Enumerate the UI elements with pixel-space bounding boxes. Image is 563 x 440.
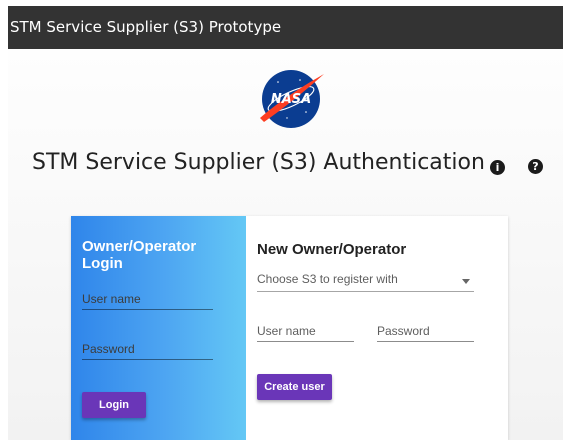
help-icon[interactable]: ? [528,159,543,174]
register-username-field[interactable]: User name [257,315,354,342]
nasa-logo: NASA [260,70,324,128]
app-title: STM Service Supplier (S3) Prototype [10,18,282,36]
page-title: STM Service Supplier (S3) Authentication… [32,150,499,175]
login-password-placeholder: Password [82,342,135,356]
register-username-placeholder: User name [257,324,316,338]
login-panel: Owner/Operator Login User name Password … [71,216,246,440]
create-user-button[interactable]: Create user [257,374,332,400]
register-title: New Owner/Operator [257,241,407,258]
app-titlebar: STM Service Supplier (S3) Prototype [8,6,563,49]
register-password-field[interactable]: Password [377,315,474,342]
s3-select[interactable]: Choose S3 to register with [257,269,474,292]
s3-select-placeholder: Choose S3 to register with [257,272,398,286]
login-button[interactable]: Login [82,392,146,418]
info-icon[interactable]: i [490,160,505,175]
nasa-logo-text: NASA [271,92,311,107]
login-title: Owner/Operator Login [82,238,197,272]
register-password-placeholder: Password [377,324,430,338]
login-password-field[interactable]: Password [82,332,213,360]
app-window: STM Service Supplier (S3) Prototype NASA… [8,6,563,440]
login-username-field[interactable]: User name [82,282,213,310]
chevron-down-icon [462,279,470,284]
auth-card: Owner/Operator Login User name Password … [71,216,508,440]
login-username-placeholder: User name [82,292,141,306]
